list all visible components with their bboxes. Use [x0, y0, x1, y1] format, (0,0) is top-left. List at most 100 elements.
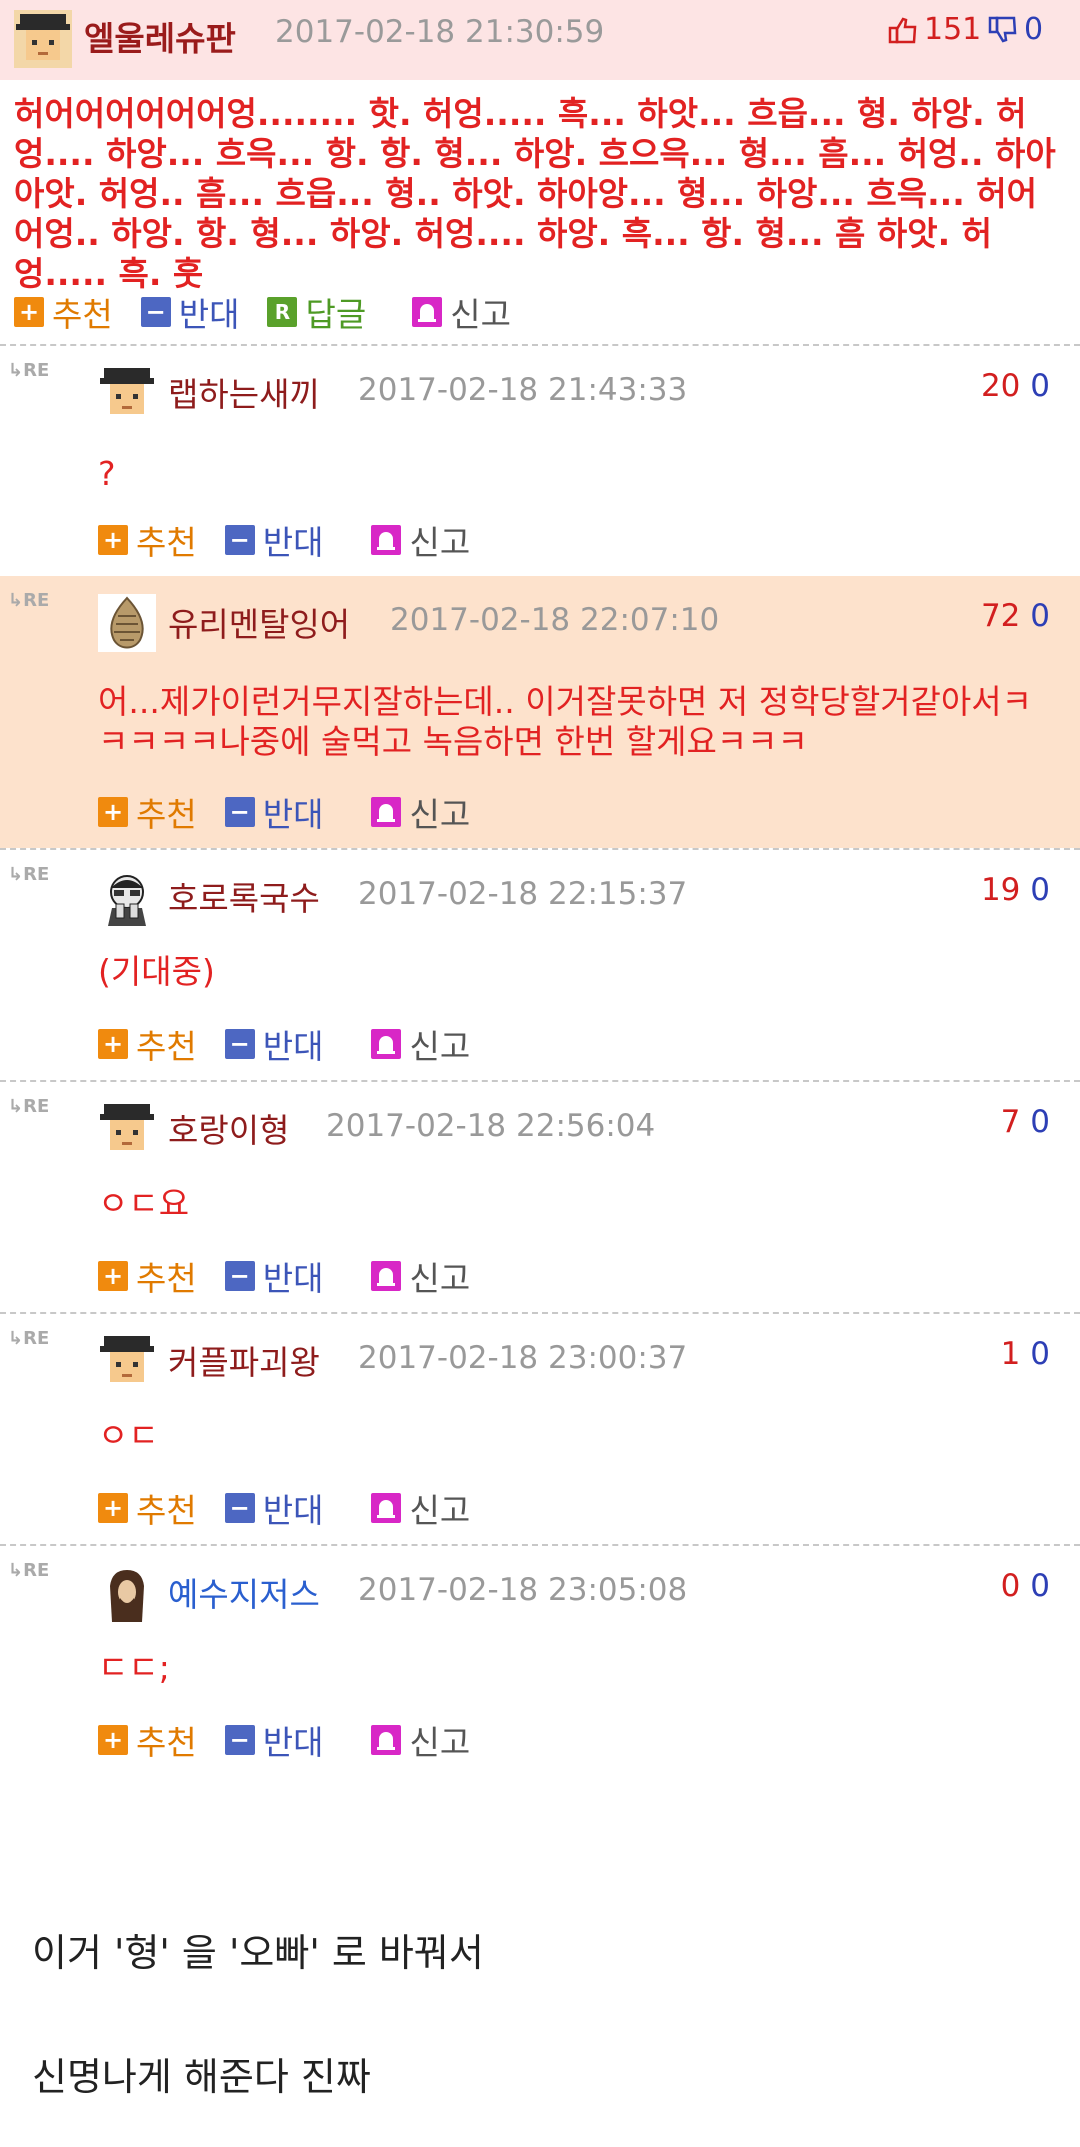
comment: ↳RE 호랑이형 2017-02-18 22:56:04 7 0 ㅇㄷ요 + 추천… — [0, 1082, 1080, 1310]
long-hair-avatar-icon[interactable] — [98, 1564, 156, 1622]
comment-actions: + 추천 − 반대 신고 — [98, 516, 498, 564]
plus-icon: + — [98, 1261, 128, 1291]
upvote-count[interactable]: 72 — [981, 598, 1020, 634]
comment-date: 2017-02-18 23:00:37 — [358, 1340, 688, 1376]
downvote-count[interactable]: 0 — [1030, 368, 1050, 404]
comment-votes: 0 0 — [1001, 1568, 1050, 1604]
oppose-button[interactable]: − 반대 — [224, 1252, 323, 1300]
report-label: 신고 — [450, 295, 511, 334]
report-button[interactable]: 신고 — [371, 1020, 470, 1068]
post-header: 엘울레슈판 2017-02-18 21:30:59 151 0 — [0, 0, 1080, 80]
report-button[interactable]: 신고 — [371, 788, 470, 836]
report-button[interactable]: 신고 — [371, 1252, 470, 1300]
post-author[interactable]: 엘울레슈판 — [84, 12, 236, 60]
minus-icon: − — [224, 797, 255, 827]
upvote-count[interactable]: 0 — [1001, 1568, 1021, 1604]
siren-icon — [371, 1029, 402, 1059]
siren-icon — [371, 1261, 402, 1291]
comment-author[interactable]: 예수지저스 — [168, 1568, 320, 1616]
recommend-label: 추천 — [136, 1491, 197, 1530]
comment-author[interactable]: 유리멘탈잉어 — [168, 598, 350, 646]
recommend-button[interactable]: + 추천 — [98, 516, 197, 564]
comment-votes: 19 0 — [981, 872, 1050, 908]
oppose-button[interactable]: − 반대 — [224, 1716, 323, 1764]
graduate-avatar-icon[interactable] — [98, 1332, 156, 1390]
upvote-count[interactable]: 7 — [1001, 1104, 1021, 1140]
minus-icon: − — [224, 1261, 255, 1291]
comment-text: 어...제가이런거무지잘하는데.. 이거잘못하면 저 정학당할거같아서ㅋㅋㅋㅋㅋ… — [98, 682, 1032, 761]
graduate-avatar-icon[interactable] — [98, 1100, 156, 1158]
post-actions: + 추천 − 반대 R 답글 신고 — [14, 288, 539, 336]
comment-votes: 20 0 — [981, 368, 1050, 404]
upvote-count[interactable]: 19 — [981, 872, 1020, 908]
downvote-count[interactable]: 0 — [1030, 598, 1050, 634]
recommend-button[interactable]: + 추천 — [98, 1252, 197, 1300]
pinecone-avatar-icon[interactable] — [98, 594, 156, 652]
re-marker: ↳RE — [8, 590, 50, 611]
reply-icon: R — [267, 297, 298, 327]
siren-icon — [371, 1725, 402, 1755]
minus-icon: − — [224, 1493, 255, 1523]
downvote-count[interactable]: 0 — [1030, 1104, 1050, 1140]
comment: ↳RE 랩하는새끼 2017-02-18 21:43:33 20 0 ? + 추천… — [0, 346, 1080, 574]
recommend-button[interactable]: + 추천 — [98, 788, 197, 836]
oppose-button[interactable]: − 반대 — [224, 788, 324, 836]
comment-author[interactable]: 랩하는새끼 — [168, 368, 320, 416]
recommend-label: 추천 — [136, 1723, 197, 1762]
oppose-button[interactable]: − 반대 — [140, 288, 239, 336]
upvote-count[interactable]: 1 — [1001, 1336, 1021, 1372]
report-label: 신고 — [409, 1027, 471, 1066]
downvote-count[interactable]: 0 — [1030, 872, 1050, 908]
re-marker: ↳RE — [8, 1096, 50, 1117]
comment-date: 2017-02-18 22:07:10 — [390, 602, 720, 638]
oppose-label: 반대 — [262, 1491, 324, 1530]
oppose-label: 반대 — [262, 795, 324, 834]
oppose-button[interactable]: − 반대 — [224, 516, 324, 564]
post-likes[interactable]: 151 — [888, 12, 981, 47]
recommend-button[interactable]: + 추천 — [98, 1484, 197, 1532]
post-date: 2017-02-18 21:30:59 — [275, 14, 605, 50]
recommend-button[interactable]: + 추천 — [98, 1716, 197, 1764]
recommend-label: 추천 — [136, 523, 197, 562]
siren-icon — [412, 297, 443, 327]
oppose-button[interactable]: − 반대 — [224, 1484, 324, 1532]
thumbs-up-icon — [888, 16, 917, 43]
reply-label: 답글 — [305, 295, 367, 334]
comment: ↳RE 호로록국수 2017-02-18 22:15:37 19 0 (기대중)… — [0, 850, 1080, 1078]
upvote-count[interactable]: 20 — [981, 368, 1020, 404]
reply-button[interactable]: R 답글 — [267, 288, 366, 336]
comment-author[interactable]: 호랑이형 — [168, 1104, 289, 1152]
siren-icon — [371, 797, 402, 827]
minus-icon: − — [224, 1725, 255, 1755]
plus-icon: + — [98, 797, 128, 827]
oppose-label: 반대 — [262, 523, 324, 562]
comment-text: ㅇㄷ요 — [98, 1184, 190, 1223]
downvote-count[interactable]: 0 — [1030, 1336, 1050, 1372]
report-label: 신고 — [409, 1491, 471, 1530]
downvote-count[interactable]: 0 — [1030, 1568, 1050, 1604]
report-button[interactable]: 신고 — [371, 1484, 470, 1532]
comment-votes: 7 0 — [1001, 1104, 1050, 1140]
siren-icon — [371, 1493, 402, 1523]
post-dislikes[interactable]: 0 — [988, 12, 1043, 47]
recommend-button[interactable]: + 추천 — [14, 288, 113, 336]
minus-icon: − — [224, 525, 255, 555]
recommend-button[interactable]: + 추천 — [98, 1020, 197, 1068]
comment-actions: + 추천 − 반대 신고 — [98, 1484, 498, 1532]
oppose-button[interactable]: − 반대 — [224, 1020, 323, 1068]
minus-icon: − — [140, 297, 171, 327]
graduate-avatar-icon[interactable] — [14, 10, 72, 68]
report-label: 신고 — [409, 1723, 471, 1762]
plus-icon: + — [98, 1493, 128, 1523]
crying-man-avatar-icon[interactable] — [98, 868, 156, 926]
comment-author[interactable]: 호로록국수 — [168, 872, 320, 920]
comment-author[interactable]: 커플파괴왕 — [168, 1336, 320, 1384]
comment-votes: 72 0 — [981, 598, 1050, 634]
comment-text: ? — [98, 454, 116, 493]
caption-line: 이거 '형' 을 '오빠' 로 바꿔서 — [32, 1931, 484, 1975]
report-button[interactable]: 신고 — [371, 516, 470, 564]
report-button[interactable]: 신고 — [412, 288, 511, 336]
graduate-avatar-icon[interactable] — [98, 364, 156, 422]
re-marker: ↳RE — [8, 1560, 50, 1581]
report-button[interactable]: 신고 — [371, 1716, 470, 1764]
